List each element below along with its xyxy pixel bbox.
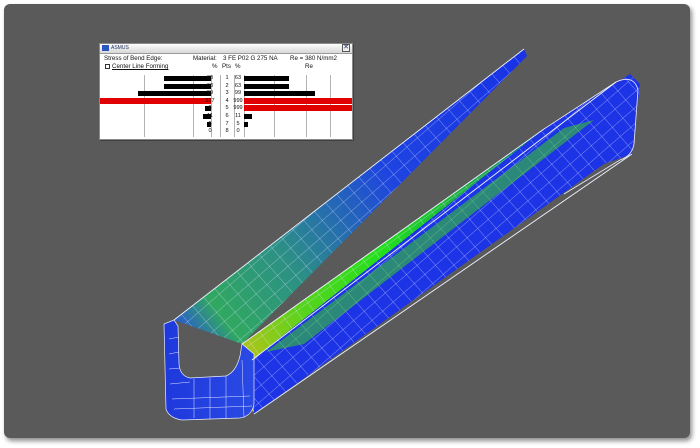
stress-row: 575 — [100, 121, 352, 128]
stress-right-pct: 11 — [235, 113, 241, 119]
stress-left-pct: 11 — [207, 113, 213, 119]
stress-row: 317 4 999 — [100, 97, 352, 105]
stress-row: 8 5 999 — [100, 105, 352, 112]
stress-bar-table: 63 1 63 63 2 63 99 3 99 317 4 999 8 5 999 11 6 11 5 7 5 0 8 0 — [100, 75, 352, 137]
close-button[interactable]: ✕ — [342, 44, 350, 52]
center-line-forming-label[interactable]: Center Line Forming — [112, 63, 168, 70]
stress-label: Stress of Bend Edge: — [104, 55, 163, 62]
stress-bar-right — [244, 91, 315, 97]
stress-right-pct: 999 — [233, 97, 243, 104]
app-icon — [102, 45, 109, 51]
material-label: Material: — [193, 55, 217, 62]
stress-bar-right — [244, 76, 289, 81]
stress-left-pct: 0 — [208, 128, 212, 135]
stress-row: 63 1 63 — [100, 75, 352, 82]
stress-right-pct: 63 — [234, 75, 242, 81]
stress-right-pct: 63 — [234, 82, 242, 89]
stress-left-pct: 63 — [206, 75, 214, 81]
stress-bar-right — [244, 83, 289, 89]
col-header-re: Re — [305, 63, 313, 70]
yield-strength-value: Re = 380 N/mm2 — [290, 55, 337, 62]
stress-bar-left — [100, 97, 211, 104]
col-header-pct-left: % — [212, 63, 218, 70]
stress-right-pct: 999 — [233, 105, 243, 112]
stress-right-pct: 99 — [234, 90, 242, 97]
stress-bar-right — [244, 105, 352, 112]
col-header-pct-right: % — [235, 63, 241, 70]
stress-right-pct: 0 — [236, 128, 240, 135]
stress-bar-right — [244, 97, 352, 104]
stress-row: 63 2 63 — [100, 83, 352, 90]
stress-row: 080 — [100, 128, 352, 135]
material-value: 3 FE P02 G 275 NA — [223, 55, 278, 62]
center-line-forming-checkbox[interactable] — [105, 64, 110, 69]
stress-row: 11 6 11 — [100, 113, 352, 120]
stress-left-pct: 317 — [205, 97, 215, 104]
stress-left-pct: 5 — [208, 120, 212, 127]
bend-edge-stress-window[interactable]: ASMUS ✕ Stress of Bend Edge: Material: 3… — [99, 43, 353, 140]
stress-left-pct: 63 — [206, 82, 214, 89]
window-titlebar[interactable]: ASMUS ✕ — [100, 44, 352, 54]
stress-left-pct: 8 — [208, 105, 212, 112]
stress-right-pct: 5 — [236, 120, 240, 127]
window-title: ASMUS — [111, 45, 129, 51]
stress-left-pct: 99 — [206, 90, 214, 97]
stress-row: 99 3 99 — [100, 90, 352, 97]
col-header-pts: Pts — [222, 63, 231, 70]
